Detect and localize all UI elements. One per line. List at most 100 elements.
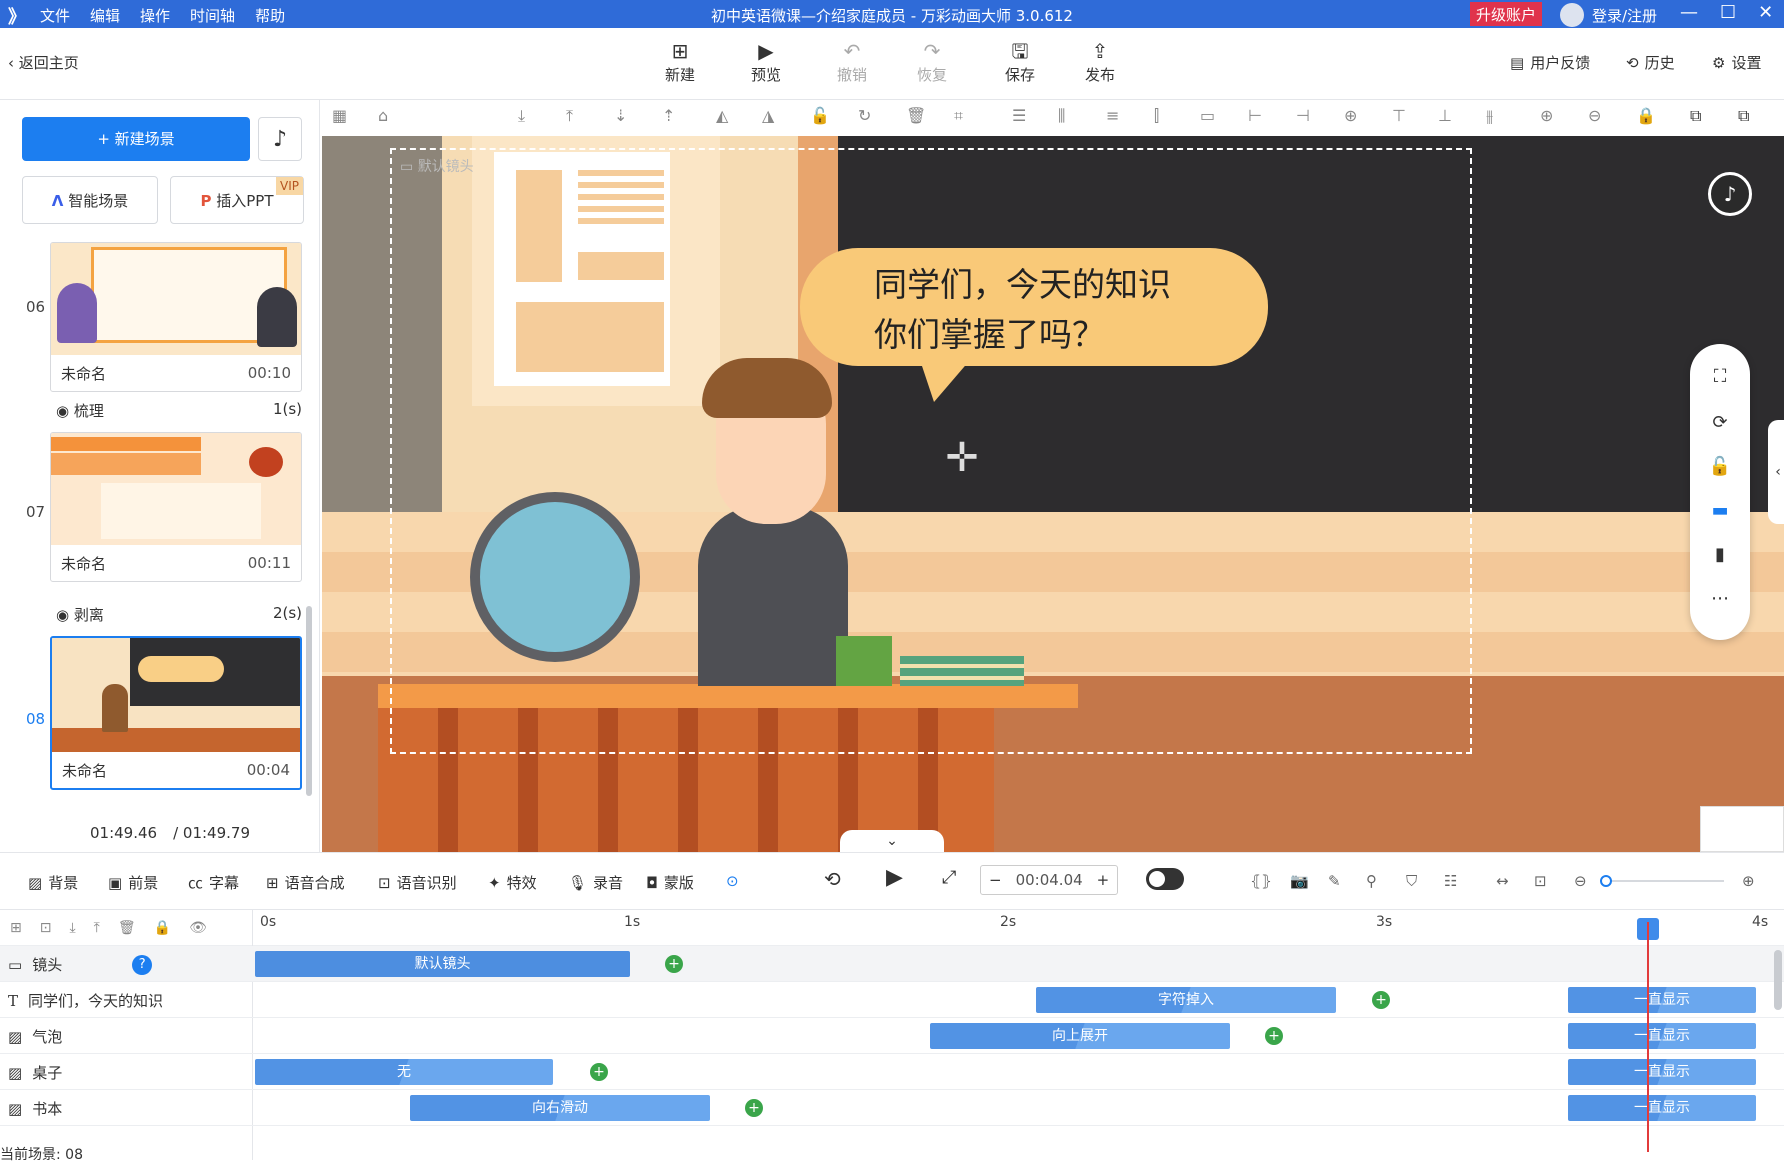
loop-toggle[interactable] <box>1146 868 1184 890</box>
back-home-link[interactable]: ‹ 返回主页 <box>8 52 79 73</box>
fullscreen-icon[interactable]: ⤢ <box>942 867 956 888</box>
stage-canvas[interactable]: 同学们，今天的知识 你们掌握了吗？ ▭ 默认镜头 ✛ ♪ ⛶ ⟳ 🔓 ▬ ▮ ⋯ … <box>322 136 1784 852</box>
timeline-clip[interactable]: 一直显示 <box>1568 987 1756 1013</box>
flip-h-icon[interactable]: ◭ <box>716 106 728 125</box>
feedback-button[interactable]: ▤ 用户反馈 <box>1510 52 1590 73</box>
flip-v-icon[interactable]: ◮ <box>762 106 774 125</box>
add-folder-icon[interactable]: ⊞ <box>10 920 22 936</box>
delete-layer-icon[interactable]: 🗑 <box>118 920 136 936</box>
music-note-icon[interactable]: ♪ <box>1708 172 1752 216</box>
expand-timeline-icon[interactable]: ⌄ <box>840 830 944 852</box>
minimap[interactable] <box>1700 806 1784 852</box>
more-tools-icon[interactable]: ⊙ <box>726 872 739 890</box>
close-button[interactable]: ✕ <box>1758 2 1773 23</box>
tts-button[interactable]: ⊞ 语音合成 <box>266 872 345 893</box>
bottom-edge-icon[interactable]: ⊥ <box>1438 106 1452 125</box>
copy-icon[interactable]: ⧉ <box>1690 106 1701 126</box>
timeline-clip[interactable]: 向上展开 <box>930 1023 1230 1049</box>
preview-button[interactable]: ▶ 预览 <box>736 38 796 85</box>
new-button[interactable]: ⊞ 新建 <box>650 38 710 85</box>
paste-icon[interactable]: ⧉ <box>1738 106 1749 126</box>
rotate-screen-icon[interactable]: ⟳ <box>1690 412 1750 433</box>
portrait-icon[interactable]: ▮ <box>1690 544 1750 565</box>
publish-button[interactable]: ⇪ 发布 <box>1070 38 1130 85</box>
top-edge-icon[interactable]: ⊤ <box>1392 106 1406 125</box>
center-h-icon[interactable]: ⊕ <box>1344 106 1357 125</box>
login-button[interactable]: 登录/注册 <box>1560 3 1657 27</box>
time-minus[interactable]: − <box>989 871 1002 889</box>
background-button[interactable]: ▨ 背景 <box>28 872 78 893</box>
record-button[interactable]: 🎙 录音 <box>568 872 623 893</box>
timeline-clip[interactable]: 默认镜头 <box>255 951 630 977</box>
time-plus[interactable]: + <box>1097 871 1110 889</box>
replay-icon[interactable]: ⟲ <box>824 867 841 891</box>
layers-icon[interactable]: ▦ <box>332 106 347 125</box>
crop-icon[interactable]: ⌗ <box>954 106 963 126</box>
adjust-icon[interactable]: ☷ <box>1444 872 1457 890</box>
add-keyframe-icon[interactable]: + <box>665 955 683 973</box>
timeline-clip[interactable]: 无 <box>255 1059 553 1085</box>
timeline-clip[interactable]: 一直显示 <box>1568 1095 1756 1121</box>
redo-button[interactable]: ↷ 恢复 <box>902 38 962 85</box>
track-row[interactable]: ▨ 桌子 无 + 一直显示 <box>0 1054 1784 1090</box>
ratio-icon[interactable]: ⊡ <box>1534 872 1547 890</box>
fit-width-icon[interactable]: ↔ <box>1496 872 1509 890</box>
align-top-icon[interactable]: ⤒ <box>566 106 573 126</box>
move-up-icon[interactable]: ⇡ <box>662 106 675 125</box>
lock-canvas-icon[interactable]: 🔒 <box>1636 106 1656 125</box>
add-keyframe-icon[interactable]: + <box>590 1063 608 1081</box>
lock-layer-icon[interactable]: 🔒 <box>154 920 171 936</box>
delete-icon[interactable]: 🗑 <box>906 106 926 125</box>
track-row[interactable]: ▨ 气泡 向上展开 + 一直显示 <box>0 1018 1784 1054</box>
asr-button[interactable]: ⊡ 语音识别 <box>378 872 457 893</box>
align-center-icon[interactable]: ☰ <box>1012 106 1026 125</box>
zoom-out-timeline-icon[interactable]: ⊖ <box>1574 872 1587 890</box>
timeline-clip[interactable]: 一直显示 <box>1568 1059 1756 1085</box>
column-icon[interactable]: ⫿ <box>1154 106 1159 126</box>
track-row[interactable]: T 同学们，今天的知识 字符掉入 + 一直显示 <box>0 982 1784 1018</box>
timeline-scrollbar[interactable] <box>1774 950 1782 1010</box>
home-icon[interactable]: ⌂ <box>378 106 388 125</box>
zoom-in-timeline-icon[interactable]: ⊕ <box>1742 872 1755 890</box>
transition-item[interactable]: ◉ 梳理 1(s) <box>56 400 302 421</box>
minimize-button[interactable]: — <box>1680 2 1698 23</box>
bracket-icon[interactable]: ⦃⦄ <box>1250 872 1272 890</box>
zoom-out-icon[interactable]: ⊖ <box>1588 106 1601 125</box>
fit-screen-icon[interactable]: ⛶ <box>1690 366 1750 387</box>
scene-card[interactable]: 未命名 00:11 <box>50 432 302 582</box>
maximize-button[interactable]: ☐ <box>1720 2 1736 23</box>
move-up-layer-icon[interactable]: ⤒ <box>94 920 100 936</box>
more-icon[interactable]: ⋯ <box>1690 588 1750 609</box>
unlock-icon[interactable]: 🔓 <box>1690 456 1750 477</box>
foreground-button[interactable]: ▣ 前景 <box>108 872 158 893</box>
play-icon[interactable]: ▶ <box>886 865 903 890</box>
move-down-layer-icon[interactable]: ⤓ <box>69 920 75 936</box>
effects-button[interactable]: ✦ 特效 <box>488 872 537 893</box>
align-middle-icon[interactable]: ≡ <box>1106 106 1119 125</box>
rotate-icon[interactable]: ↻ <box>858 106 871 125</box>
add-keyframe-icon[interactable]: + <box>1265 1027 1283 1045</box>
smart-scene-button[interactable]: Ʌ 智能场景 <box>22 176 158 224</box>
move-down-icon[interactable]: ⇣ <box>614 106 627 125</box>
zoom-slider[interactable] <box>1600 875 1724 887</box>
zoom-slider-thumb[interactable] <box>1600 875 1612 887</box>
music-button[interactable]: ♪ <box>258 117 302 161</box>
collapse-panel-icon[interactable]: ‹ <box>1768 420 1784 524</box>
help-icon[interactable]: ? <box>132 954 153 975</box>
filter-icon[interactable]: ⛉ <box>1406 872 1417 890</box>
scene-card-selected[interactable]: 未命名 00:04 <box>50 636 302 790</box>
time-ruler[interactable]: ⊞ ⊡ ⤓ ⤒ 🗑 🔒 👁 0s 1s 2s 3s 4s <box>0 910 1784 946</box>
align-right-icon[interactable]: ⊣ <box>1296 106 1310 125</box>
add-keyframe-icon[interactable]: + <box>745 1099 763 1117</box>
timeline-clip[interactable]: 字符掉入 <box>1036 987 1336 1013</box>
settings-button[interactable]: ⚙ 设置 <box>1712 52 1761 73</box>
time-input[interactable]: 00:04.04 <box>1016 871 1083 889</box>
zoom-in-icon[interactable]: ⊕ <box>1540 106 1553 125</box>
subtitle-button[interactable]: ㏄字幕 <box>188 872 239 893</box>
time-stepper[interactable]: −00:04.04 + <box>980 865 1119 895</box>
transition-item[interactable]: ◉ 剥离 2(s) <box>56 604 302 625</box>
scene-card[interactable]: 未命名 00:10 <box>50 242 302 392</box>
add-layer-icon[interactable]: ⊡ <box>40 920 52 936</box>
new-scene-button[interactable]: + 新建场景 <box>22 117 250 161</box>
camera-frame[interactable] <box>390 148 1472 754</box>
